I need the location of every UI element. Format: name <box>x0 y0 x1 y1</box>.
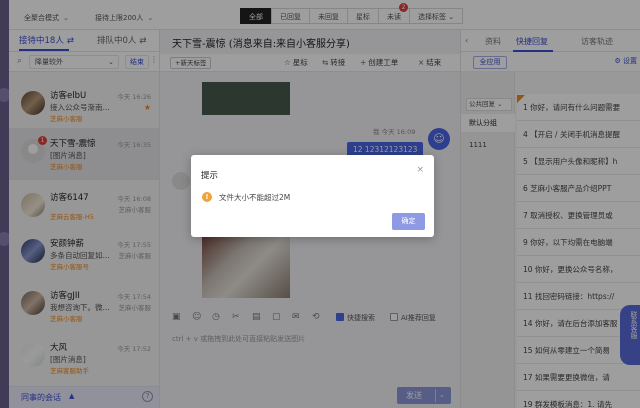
ok-button[interactable]: 确定 <box>392 213 425 230</box>
warning-icon: ! <box>202 192 212 202</box>
dialog-title: 提示 <box>201 171 219 181</box>
dialog-message: 文件大小不能超过2M <box>219 193 291 202</box>
close-icon[interactable]: × <box>416 165 424 175</box>
alert-dialog: 提示 × ! 文件大小不能超过2M 确定 <box>191 155 434 237</box>
